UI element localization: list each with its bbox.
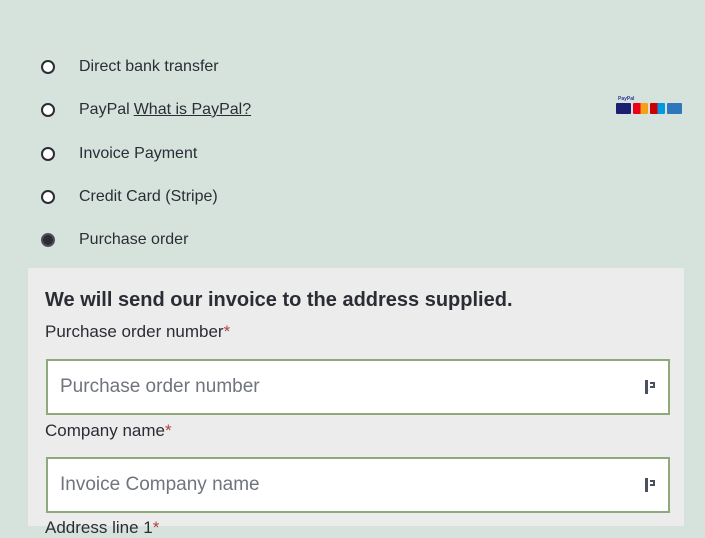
paypal-accepted-cards: PayPal (616, 96, 683, 116)
radio-button-selected[interactable] (41, 233, 55, 247)
autofill-icon[interactable] (645, 380, 656, 394)
paypal-mark: PayPal (618, 96, 635, 102)
radio-button[interactable] (41, 103, 55, 117)
po-number-label: Purchase order number* (45, 322, 230, 342)
payment-method-purchase-order[interactable]: Purchase order (41, 229, 188, 251)
maestro-card-icon (650, 103, 665, 114)
paypal-label: PayPal (79, 101, 130, 118)
company-name-field[interactable] (46, 457, 670, 513)
radio-button[interactable] (41, 190, 55, 204)
payment-method-direct-bank[interactable]: Direct bank transfer (41, 56, 219, 78)
radio-button[interactable] (41, 60, 55, 74)
payment-method-credit-card[interactable]: Credit Card (Stripe) (41, 186, 218, 208)
what-is-paypal-link[interactable]: What is PayPal? (134, 101, 251, 118)
label-text: Purchase order number (45, 322, 224, 341)
required-marker: * (223, 322, 231, 341)
method-label: Credit Card (Stripe) (79, 188, 218, 205)
required-marker: * (152, 518, 160, 537)
purchase-order-panel: We will send our invoice to the address … (28, 268, 684, 537)
amex-card-icon (667, 103, 682, 114)
method-label: Invoice Payment (79, 145, 198, 162)
autofill-icon[interactable] (645, 478, 656, 492)
address-line-1-label: Address line 1* (45, 518, 159, 538)
label-text: Company name (45, 421, 166, 440)
company-name-input[interactable] (60, 474, 645, 496)
po-number-input[interactable] (60, 376, 645, 398)
radio-button[interactable] (41, 147, 55, 161)
company-name-label: Company name* (45, 421, 172, 441)
panel-heading: We will send our invoice to the address … (45, 289, 513, 311)
method-label: PayPal What is PayPal? (79, 101, 251, 119)
label-text: Address line 1 (45, 518, 153, 537)
mastercard-icon (633, 103, 648, 114)
method-label: Purchase order (79, 231, 189, 248)
required-marker: * (165, 421, 172, 440)
po-number-field[interactable] (46, 359, 670, 415)
payment-method-paypal[interactable]: PayPal What is PayPal? (41, 99, 251, 121)
method-label: Direct bank transfer (79, 58, 219, 75)
payment-method-invoice[interactable]: Invoice Payment (41, 143, 197, 165)
visa-card-icon (616, 103, 631, 114)
